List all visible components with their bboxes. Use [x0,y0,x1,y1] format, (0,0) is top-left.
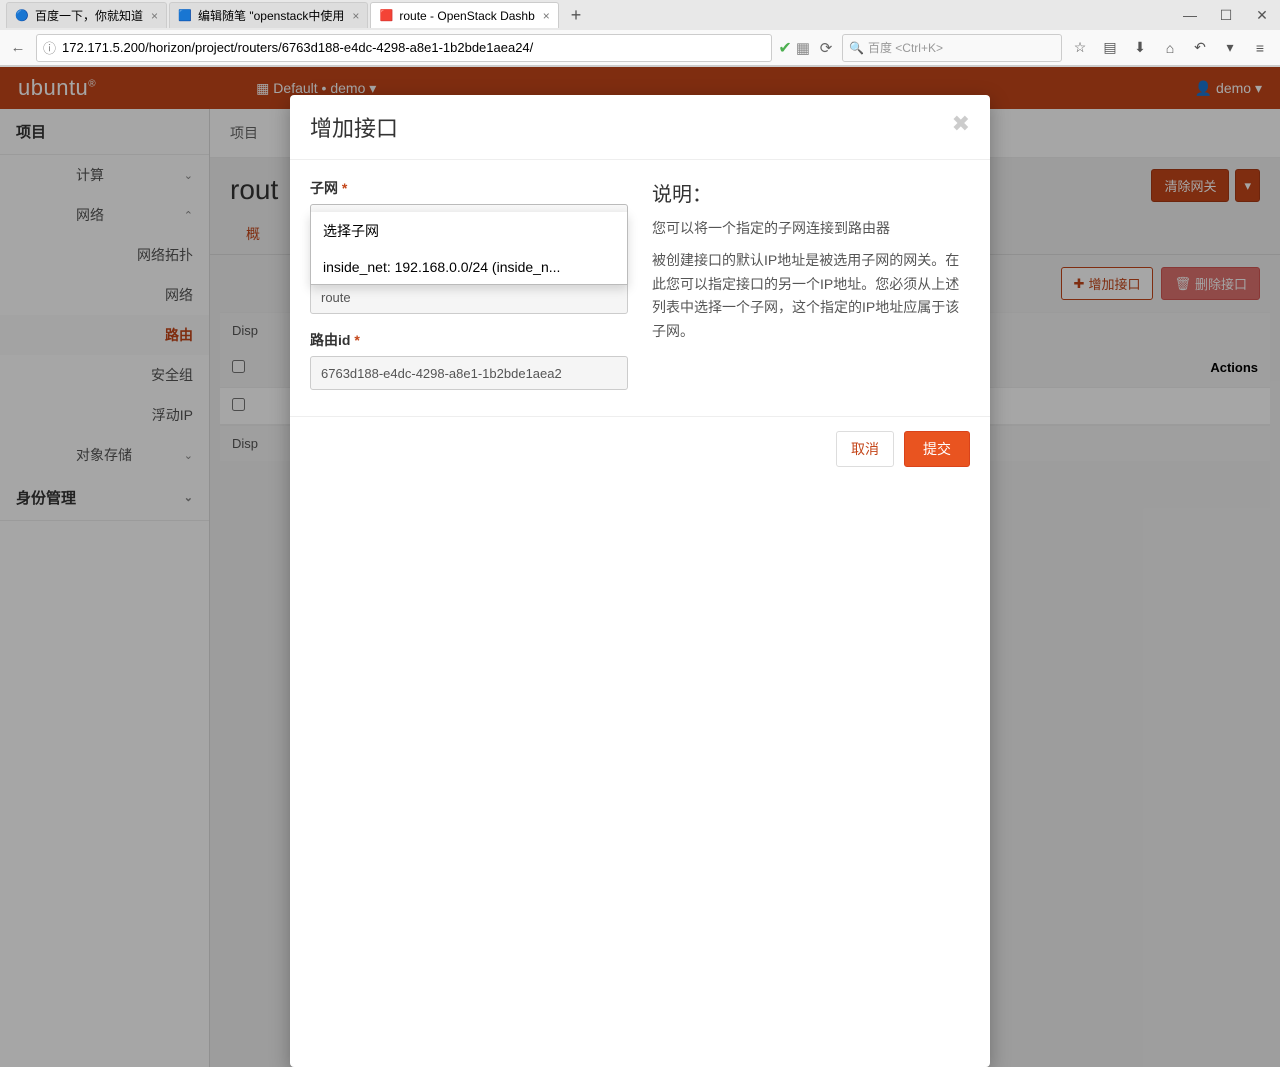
info-icon[interactable]: ⓘ [43,38,56,57]
description-text: 您可以将一个指定的子网连接到路由器 [652,217,970,241]
route-id-input[interactable] [310,356,628,390]
search-box[interactable]: 🔍 百度 <Ctrl+K> [842,34,1062,62]
description-text: 被创建接口的默认IP地址是被选用子网的网关。在此您可以指定接口的另一个IP地址。… [652,249,970,344]
modal-title: 增加接口 [310,111,398,143]
route-id-label: 路由id * [310,330,628,350]
route-name-input[interactable] [310,280,628,314]
qr-icon[interactable]: ▦ [796,39,810,57]
favicon-icon: 🟥 [379,9,393,23]
close-icon[interactable]: × [151,9,158,23]
menu-icon[interactable]: ≡ [1246,34,1274,62]
star-icon[interactable]: ☆ [1066,34,1094,62]
favicon-icon: 🟦 [178,9,192,23]
tab-title: 编辑随笔 "openstack中使用 [198,7,344,24]
tab-title: route - OpenStack Dashb [399,9,534,23]
browser-chrome: 🔵 百度一下，你就知道 × 🟦 编辑随笔 "openstack中使用 × 🟥 r… [0,0,1280,67]
subnet-label: 子网 * [310,178,628,198]
app: ubuntu® ▦ Default • demo ▾ 👤 demo ▾ 项目 计… [0,67,1280,1067]
home-icon[interactable]: ⌂ [1156,34,1184,62]
close-icon[interactable]: ✖ [952,111,970,143]
reload-icon[interactable]: ⟳ [814,36,838,60]
minimize-icon[interactable]: — [1172,0,1208,30]
tab-title: 百度一下，你就知道 [35,7,143,24]
back-icon[interactable]: ← [6,36,30,60]
browser-tab-active[interactable]: 🟥 route - OpenStack Dashb × [370,2,558,28]
favicon-icon: 🔵 [15,9,29,23]
search-placeholder: 百度 <Ctrl+K> [868,39,943,56]
browser-tab-bar: 🔵 百度一下，你就知道 × 🟦 编辑随笔 "openstack中使用 × 🟥 r… [0,0,1280,30]
shield-icon[interactable]: ✔ [778,38,791,58]
dropdown-icon[interactable]: ▾ [1216,34,1244,62]
address-bar: ← ⓘ ✔ ▦ ⟳ 🔍 百度 <Ctrl+K> ☆ ▤ ⬇ ⌂ ↶ ▾ ≡ [0,30,1280,66]
library-icon[interactable]: ▤ [1096,34,1124,62]
history-icon[interactable]: ↶ [1186,34,1214,62]
subnet-dropdown: 选择子网 inside_net: 192.168.0.0/24 (inside_… [310,212,628,285]
browser-tab[interactable]: 🔵 百度一下，你就知道 × [6,2,167,28]
subnet-option[interactable]: 选择子网 [311,212,627,250]
browser-tab[interactable]: 🟦 编辑随笔 "openstack中使用 × [169,2,368,28]
close-icon[interactable]: × [543,9,550,23]
search-icon: 🔍 [849,41,864,55]
url-input[interactable] [62,40,765,55]
url-box[interactable]: ⓘ [36,34,772,62]
submit-button[interactable]: 提交 [904,431,970,467]
cancel-button[interactable]: 取消 [836,431,894,467]
new-tab-button[interactable]: + [561,5,592,26]
modal-overlay: 增加接口 ✖ 子网 * 选择子网 ▾ 选择子网 [0,67,1280,1067]
close-window-icon[interactable]: ✕ [1244,0,1280,30]
close-icon[interactable]: × [352,9,359,23]
subnet-option[interactable]: inside_net: 192.168.0.0/24 (inside_n... [311,250,627,284]
maximize-icon[interactable]: ☐ [1208,0,1244,30]
download-icon[interactable]: ⬇ [1126,34,1154,62]
add-interface-modal: 增加接口 ✖ 子网 * 选择子网 ▾ 选择子网 [290,95,990,1067]
description-title: 说明： [652,178,970,207]
